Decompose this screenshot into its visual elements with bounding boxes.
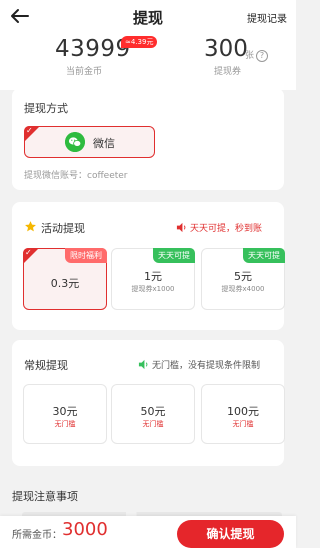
wechat-method-button[interactable]: ✓ 微信 <box>24 126 155 158</box>
balance-summary: 43999 ≈4.39元 当前金币 300 张 ? 提现券 <box>0 34 296 90</box>
withdraw-method-card: 提现方式 ✓ 微信 提现微信账号：coffeeter <box>12 88 284 190</box>
regular-notice: 无门槛，没有提现条件限制 <box>152 361 261 371</box>
option-threshold: 无门槛 <box>232 420 254 428</box>
confirm-withdraw-button[interactable]: 确认提现 <box>177 520 284 548</box>
activity-notice: 天天可提，秒到账 <box>190 224 263 234</box>
option-threshold: 无门槛 <box>54 420 76 428</box>
option-amount: 30元 <box>52 405 78 418</box>
coins-value: 43999 <box>55 36 131 62</box>
option-amount: 0.3元 <box>50 277 80 290</box>
option-tag: 天天可提 <box>243 248 285 263</box>
option-amount: 1元 <box>144 270 162 283</box>
speaker-icon <box>138 359 148 370</box>
option-threshold: 无门槛 <box>142 420 164 428</box>
activity-title: 活动提现 <box>41 222 85 235</box>
check-icon: ✓ <box>26 126 33 135</box>
regular-title: 常规提现 <box>24 359 68 372</box>
coupon-value: 300 <box>204 36 248 62</box>
option-amount: 5元 <box>234 270 252 283</box>
regular-option-30[interactable]: 30元 无门槛 <box>23 384 107 444</box>
wechat-icon <box>65 132 85 152</box>
regular-withdraw-card: 常规提现 无门槛，没有提现条件限制 30元 无门槛 50元 无门槛 100元 无… <box>12 340 285 466</box>
wechat-account: 提现微信账号：coffeeter <box>24 171 128 181</box>
option-coupon-cost: 提现券x4000 <box>221 285 265 293</box>
option-amount: 50元 <box>140 405 166 418</box>
method-title: 提现方式 <box>24 102 68 115</box>
coins-value-badge: ≈4.39元 <box>121 36 158 48</box>
bottom-bar: 所需金币： 3000 确认提现 <box>0 516 296 548</box>
withdraw-records-link[interactable]: 提现记录 <box>247 10 287 25</box>
coupon-unit: 张 <box>245 51 255 61</box>
option-coupon-cost: 提现券x1000 <box>131 285 175 293</box>
activity-option-5[interactable]: 天天可提 5元 提现券x4000 <box>201 248 285 310</box>
star-icon <box>25 221 36 232</box>
check-icon: ✓ <box>25 248 32 257</box>
speaker-icon <box>176 222 186 233</box>
activity-option-1[interactable]: 天天可提 1元 提现券x1000 <box>111 248 195 310</box>
required-coins-value: 3000 <box>62 519 108 540</box>
option-tag: 限时福利 <box>65 248 107 263</box>
help-icon[interactable]: ? <box>256 50 268 62</box>
activity-option-0-3[interactable]: ✓ 限时福利 0.3元 <box>23 248 107 310</box>
notes-title: 提现注意事项 <box>12 490 78 503</box>
regular-option-50[interactable]: 50元 无门槛 <box>111 384 195 444</box>
method-label: 微信 <box>93 137 115 150</box>
option-tag: 天天可提 <box>153 248 195 263</box>
option-amount: 100元 <box>227 405 259 418</box>
coupon-label: 提现券 <box>214 67 242 77</box>
required-coins-label: 所需金币： <box>12 530 62 541</box>
top-bar: 提现 提现记录 <box>0 0 296 34</box>
activity-withdraw-card: 活动提现 天天可提，秒到账 ✓ 限时福利 0.3元 天天可提 1元 提现券x10… <box>12 202 285 330</box>
regular-option-100[interactable]: 100元 无门槛 <box>201 384 285 444</box>
coins-label: 当前金币 <box>66 67 103 77</box>
